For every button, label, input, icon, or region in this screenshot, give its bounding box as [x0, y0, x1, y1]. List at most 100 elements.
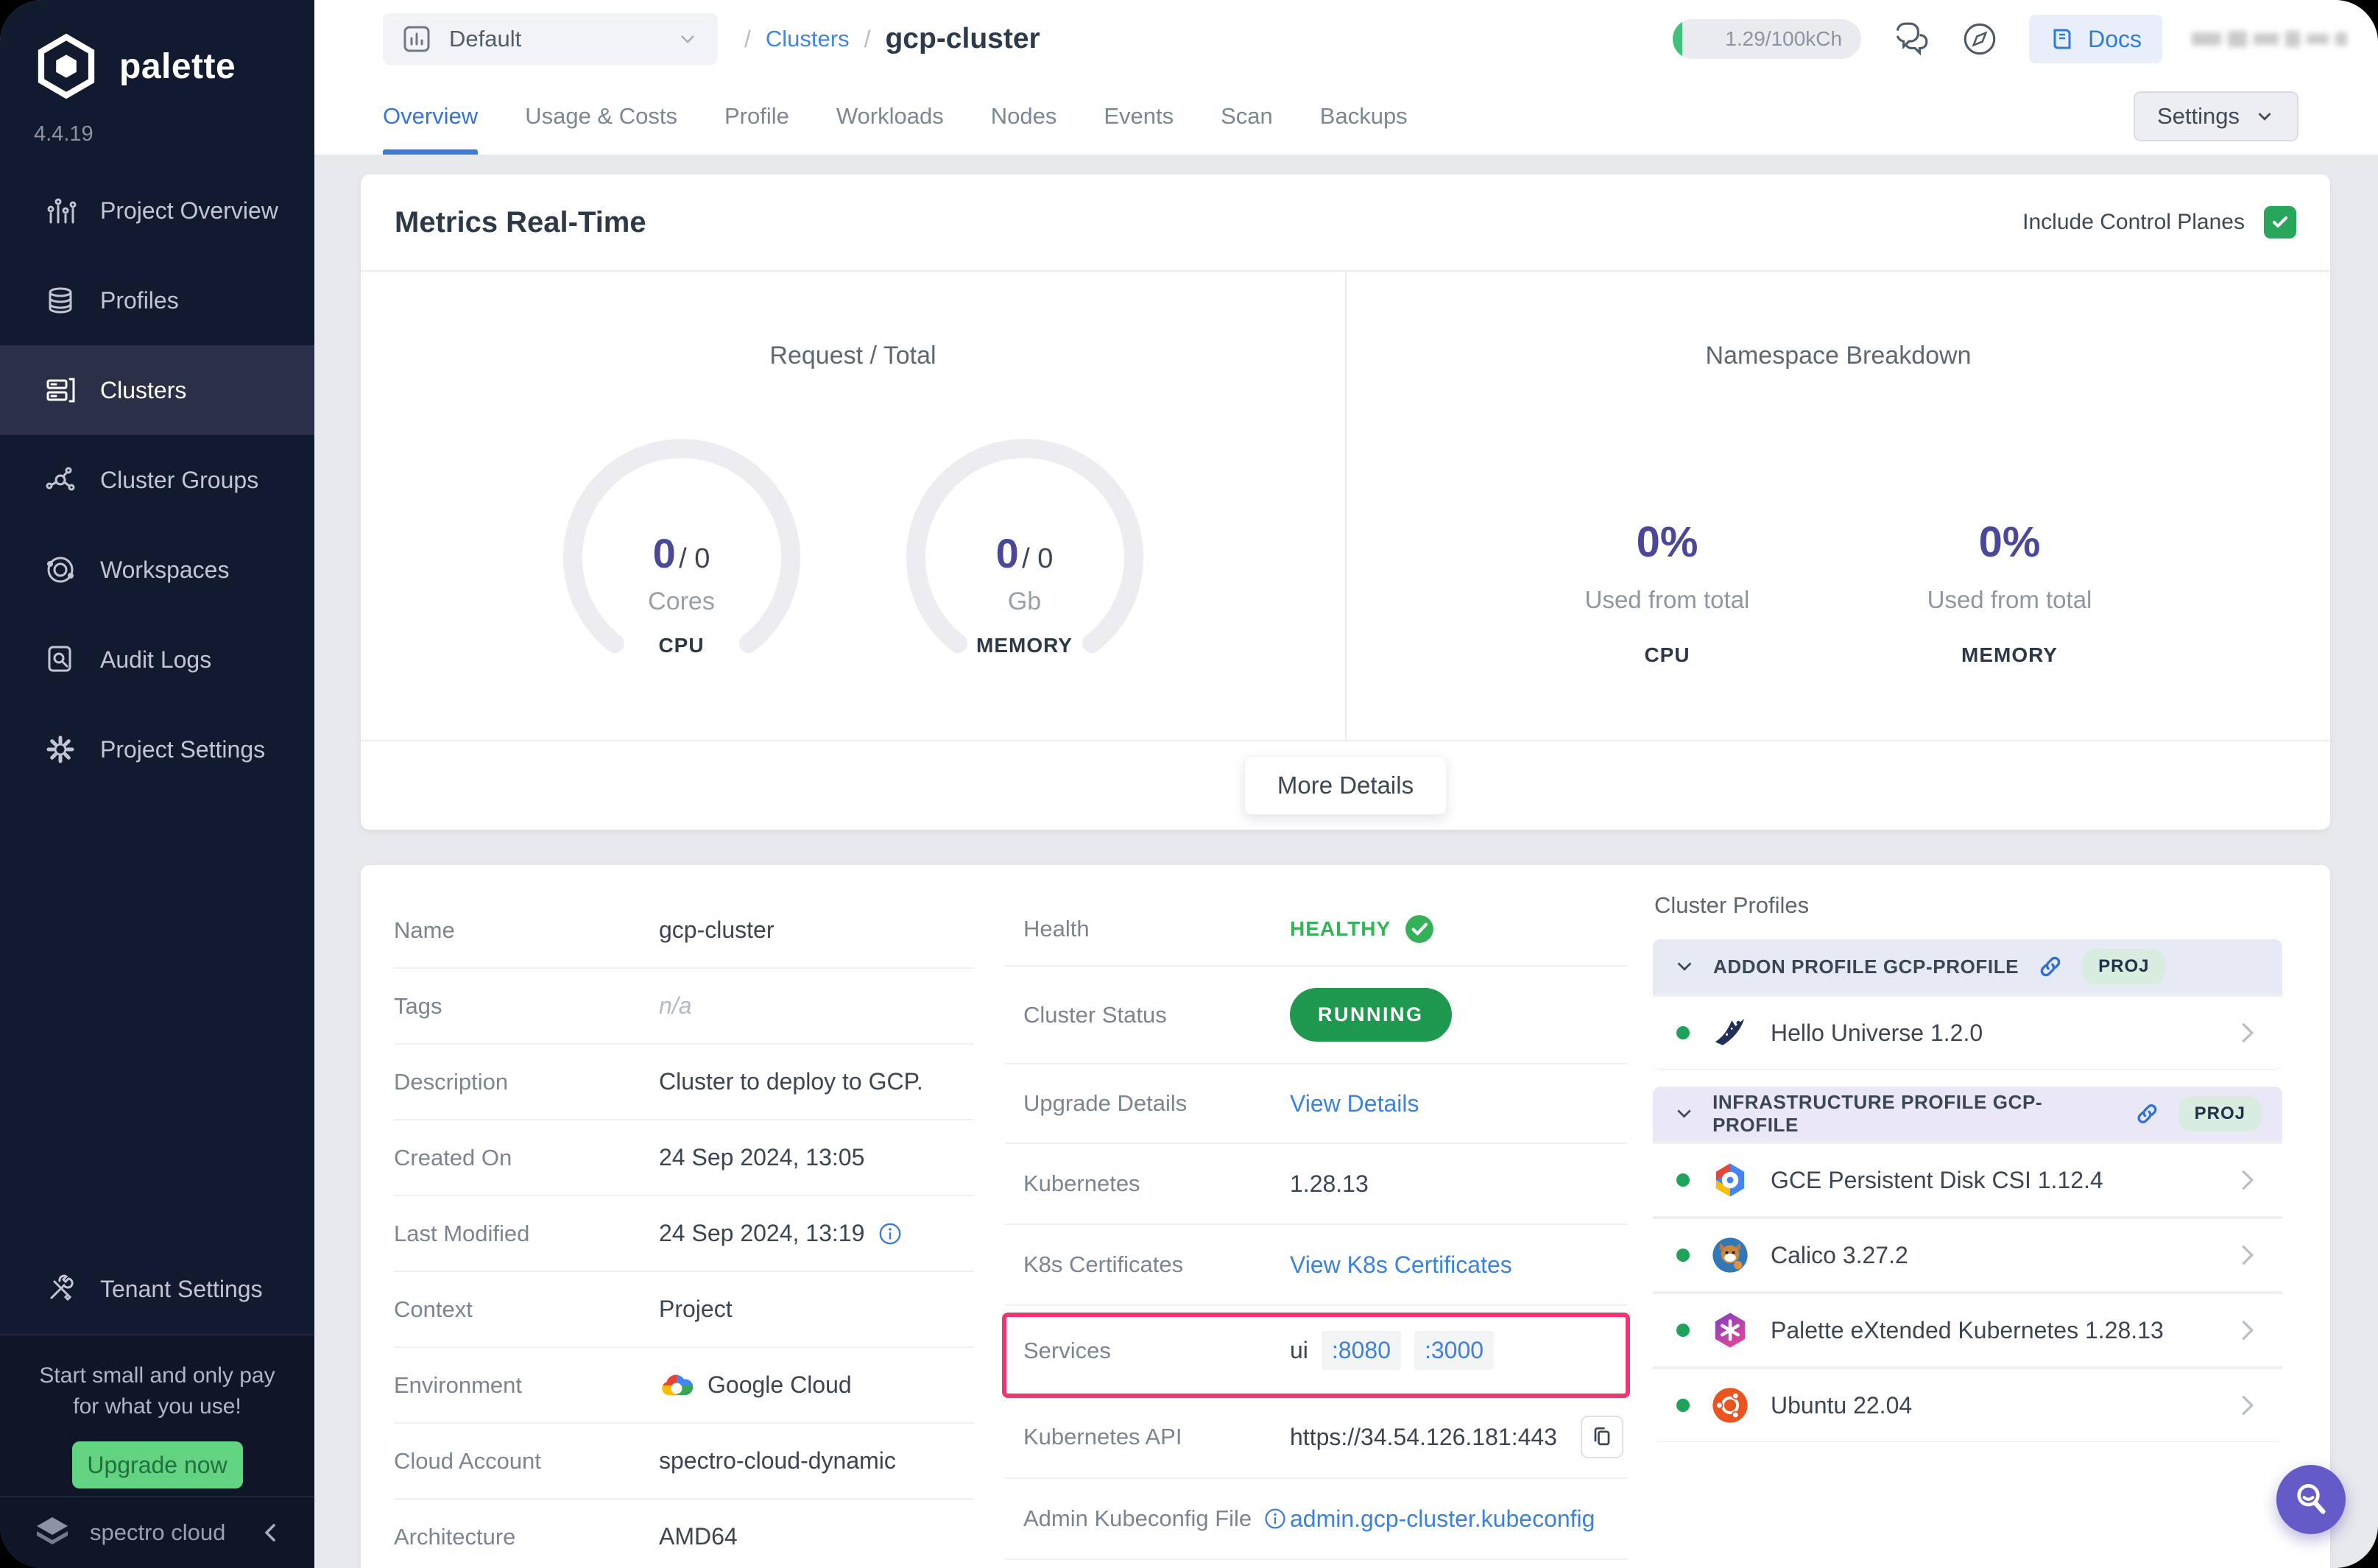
- footer-brand-name: spectro cloud: [90, 1519, 226, 1545]
- audit-logs-icon: [43, 643, 78, 676]
- tab-profile[interactable]: Profile: [724, 78, 789, 155]
- status-row-kubeconfig: Admin Kubeconfig File admin.gcp-cluster.…: [1005, 1479, 1627, 1560]
- breadcrumb-clusters-link[interactable]: Clusters: [766, 26, 850, 52]
- info-icon[interactable]: [1263, 1507, 1287, 1530]
- settings-button[interactable]: Settings: [2133, 91, 2298, 141]
- namespace-breakdown-panel: Namespace Breakdown 0% Used from total C…: [1345, 272, 2330, 740]
- metrics-card: Metrics Real-Time Include Control Planes…: [361, 174, 2330, 830]
- status-dot: [1676, 1026, 1690, 1039]
- project-overview-icon: [43, 194, 78, 227]
- copy-api-url-button[interactable]: [1580, 1416, 1623, 1458]
- sidebar-item-audit-logs[interactable]: Audit Logs: [0, 615, 314, 704]
- tab-workloads[interactable]: Workloads: [836, 78, 944, 155]
- kubeconfig-download-link[interactable]: admin.gcp-cluster.kubeconfig: [1290, 1505, 1595, 1533]
- profile-item-ubuntu[interactable]: Ubuntu 22.04: [1653, 1366, 2282, 1441]
- sidebar-item-cluster-groups[interactable]: Cluster Groups: [0, 435, 314, 525]
- tab-events[interactable]: Events: [1104, 78, 1174, 155]
- status-row-kubernetes: Kubernetes 1.28.13: [1005, 1144, 1627, 1225]
- cluster-profiles-column: Cluster Profiles ADDON PROFILE GCP-PROFI…: [1653, 883, 2282, 1459]
- project-selector-value: Default: [449, 26, 522, 52]
- collapse-sidebar-icon[interactable]: [260, 1522, 282, 1544]
- tab-backups[interactable]: Backups: [1320, 78, 1408, 155]
- metrics-body: Request / Total 0 / 0 Cores CPU 0 / 0 Gb…: [361, 272, 2330, 740]
- info-icon[interactable]: [878, 1221, 903, 1246]
- brand-name: palette: [119, 46, 236, 86]
- main-area: Default / Clusters / gcp-cluster 1.29/10…: [314, 0, 2378, 1568]
- ubuntu-icon: [1712, 1388, 1748, 1423]
- service-port-3000-link[interactable]: :3000: [1414, 1331, 1495, 1370]
- info-row-description: Description Cluster to deploy to GCP.: [394, 1045, 974, 1120]
- palette-logo-icon: [38, 33, 95, 99]
- memory-gauge-label: MEMORY: [976, 634, 1073, 657]
- view-details-link[interactable]: View Details: [1290, 1090, 1419, 1117]
- link-icon: [2040, 956, 2061, 977]
- gear-icon: [43, 733, 78, 766]
- more-details-button[interactable]: More Details: [1243, 756, 1447, 815]
- chat-icon[interactable]: [1891, 19, 1930, 59]
- chevron-down-icon: [677, 28, 699, 50]
- profile-item-calico[interactable]: Calico 3.27.2: [1653, 1216, 2282, 1291]
- proj-scope-badge: PROJ: [2082, 949, 2166, 984]
- infrastructure-profile-header[interactable]: INFRASTRUCTURE PROFILE GCP-PROFILE PROJ: [1653, 1087, 2282, 1141]
- status-row-health: Health HEALTHY: [1005, 893, 1627, 967]
- status-row-upgrade: Upgrade Details View Details: [1005, 1064, 1627, 1144]
- cluster-info-column: Name gcp-cluster Tags n/a Description Cl…: [394, 893, 974, 1568]
- info-row-modified: Last Modified 24 Sep 2024, 13:19: [394, 1196, 974, 1272]
- sidebar-item-project-overview[interactable]: Project Overview: [0, 166, 314, 255]
- sidebar-item-tenant-settings[interactable]: Tenant Settings: [0, 1244, 314, 1334]
- project-selector[interactable]: Default: [383, 13, 718, 65]
- profile-item-hello-universe[interactable]: Hello Universe 1.2.0: [1653, 994, 2282, 1069]
- status-dot: [1676, 1249, 1690, 1262]
- book-icon: [2053, 29, 2071, 49]
- tab-overview[interactable]: Overview: [383, 78, 479, 155]
- view-k8s-certificates-link[interactable]: View K8s Certificates: [1290, 1251, 1512, 1279]
- sidebar-item-workspaces[interactable]: Workspaces: [0, 525, 314, 615]
- tab-usage-costs[interactable]: Usage & Costs: [525, 78, 677, 155]
- breadcrumb: / Clusters / gcp-cluster: [744, 23, 1040, 54]
- info-row-tags: Tags n/a: [394, 969, 974, 1045]
- promo-text: Start small and only pay for what you us…: [39, 1363, 275, 1419]
- user-menu[interactable]: [2192, 31, 2347, 47]
- status-dot: [1676, 1324, 1690, 1337]
- search-smile-icon: [2297, 1484, 2326, 1514]
- addon-profile-group: ADDON PROFILE GCP-PROFILE PROJ Hello Uni…: [1653, 939, 2282, 1069]
- app-window: palette 4.4.19 Project Overview Profiles: [0, 0, 2378, 1568]
- upgrade-now-button[interactable]: Upgrade now: [71, 1441, 243, 1488]
- info-row-cloud-account: Cloud Account spectro-cloud-dynamic: [394, 1424, 974, 1500]
- clusters-icon: [43, 374, 78, 406]
- memory-gauge: 0 / 0 Gb MEMORY: [903, 435, 1147, 679]
- status-row-cluster-status: Cluster Status RUNNING: [1005, 967, 1627, 1064]
- chevron-right-icon: [2237, 1243, 2259, 1268]
- search-fab-button[interactable]: [2276, 1465, 2346, 1534]
- profile-item-gce-disk[interactable]: GCE Persistent Disk CSI 1.12.4: [1653, 1141, 2282, 1216]
- top-bar: Default / Clusters / gcp-cluster 1.29/10…: [314, 0, 2378, 78]
- info-row-architecture: Architecture AMD64: [394, 1500, 974, 1568]
- metrics-footer: More Details: [361, 740, 2330, 830]
- chevron-right-icon: [2237, 1020, 2259, 1045]
- service-port-8080-link[interactable]: :8080: [1321, 1331, 1401, 1370]
- tab-scan[interactable]: Scan: [1221, 78, 1273, 155]
- include-control-planes-checkbox[interactable]: [2264, 206, 2296, 239]
- sidebar-item-clusters[interactable]: Clusters: [0, 345, 314, 435]
- addon-profile-header[interactable]: ADDON PROFILE GCP-PROFILE PROJ: [1653, 939, 2282, 994]
- cluster-tabs: Overview Usage & Costs Profile Workloads…: [314, 78, 2378, 155]
- upgrade-promo: Start small and only pay for what you us…: [0, 1334, 314, 1496]
- check-icon: [2273, 216, 2287, 227]
- tab-nodes[interactable]: Nodes: [991, 78, 1057, 155]
- link-icon: [2137, 1104, 2157, 1123]
- status-row-api: Kubernetes API https://34.54.126.181:443: [1005, 1396, 1627, 1479]
- chevron-down-icon: [1677, 962, 1692, 971]
- cpu-gauge-label: CPU: [658, 634, 705, 657]
- profile-item-pxk[interactable]: Palette eXtended Kubernetes 1.28.13: [1653, 1291, 2282, 1366]
- sidebar-item-profiles[interactable]: Profiles: [0, 255, 314, 345]
- namespace-memory-stat: 0% Used from total MEMORY: [1927, 518, 2092, 666]
- chevron-right-icon: [2237, 1318, 2259, 1343]
- help-compass-icon[interactable]: [1960, 19, 2000, 59]
- chevron-down-icon: [1677, 1109, 1691, 1118]
- sidebar-item-project-settings[interactable]: Project Settings: [0, 704, 314, 794]
- docs-button[interactable]: Docs: [2029, 15, 2162, 63]
- info-row-environment: Environment Google Cloud: [394, 1348, 974, 1424]
- cluster-status-column: Health HEALTHY Cluster Status RUNNING Up…: [1002, 893, 1630, 1560]
- status-dot: [1676, 1173, 1690, 1187]
- brand: palette: [0, 0, 314, 100]
